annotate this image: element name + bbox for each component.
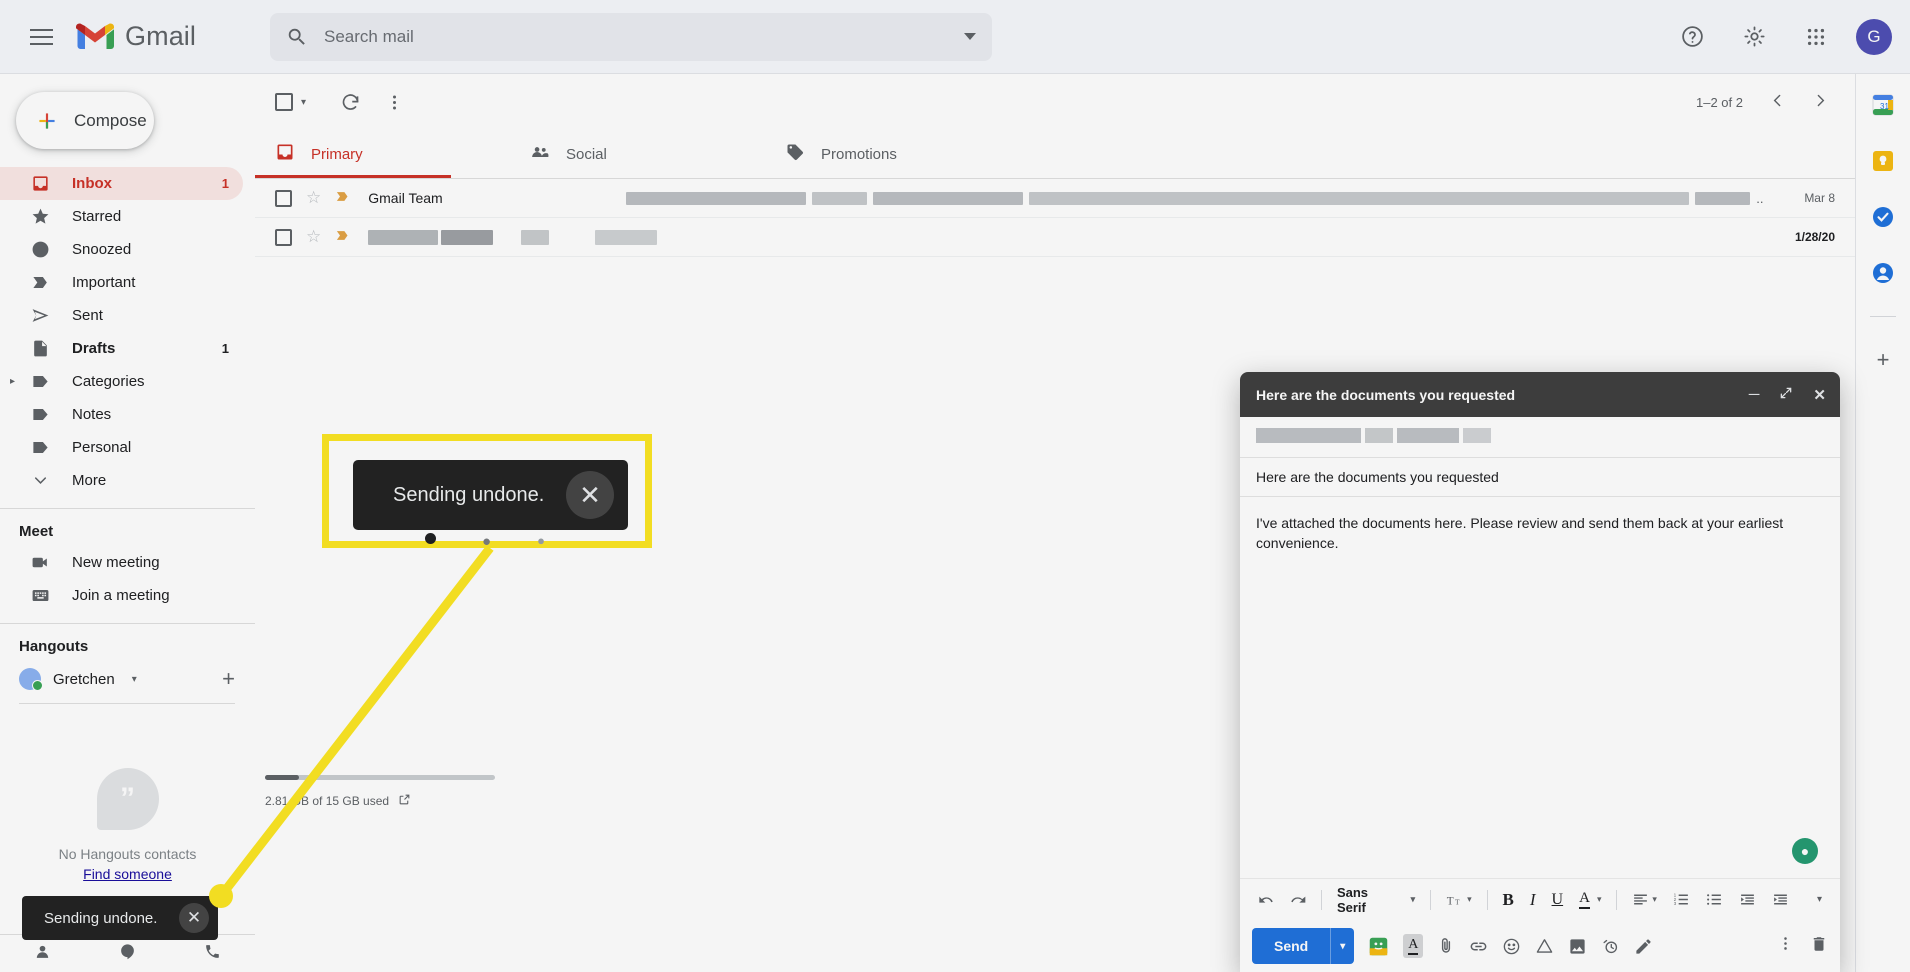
annotation-highlight-box: Sending undone. ✕ ● ●: [322, 434, 652, 550]
phone-icon: ●: [537, 533, 545, 548]
close-icon[interactable]: ✕: [566, 471, 614, 519]
annotation-pointer-line: [217, 545, 494, 899]
callout-toast-message: Sending undone.: [393, 483, 545, 506]
gmail-app-window: Gmail Search mail G Compose Inbox 1 Star…: [0, 0, 1910, 972]
hangouts-icon: ●: [482, 533, 492, 550]
hangouts-footer-dots: ● ●: [425, 533, 545, 550]
callout-toast: Sending undone. ✕: [353, 460, 628, 530]
person-icon: [425, 533, 436, 544]
annotation-pointer-knob: [209, 884, 233, 908]
